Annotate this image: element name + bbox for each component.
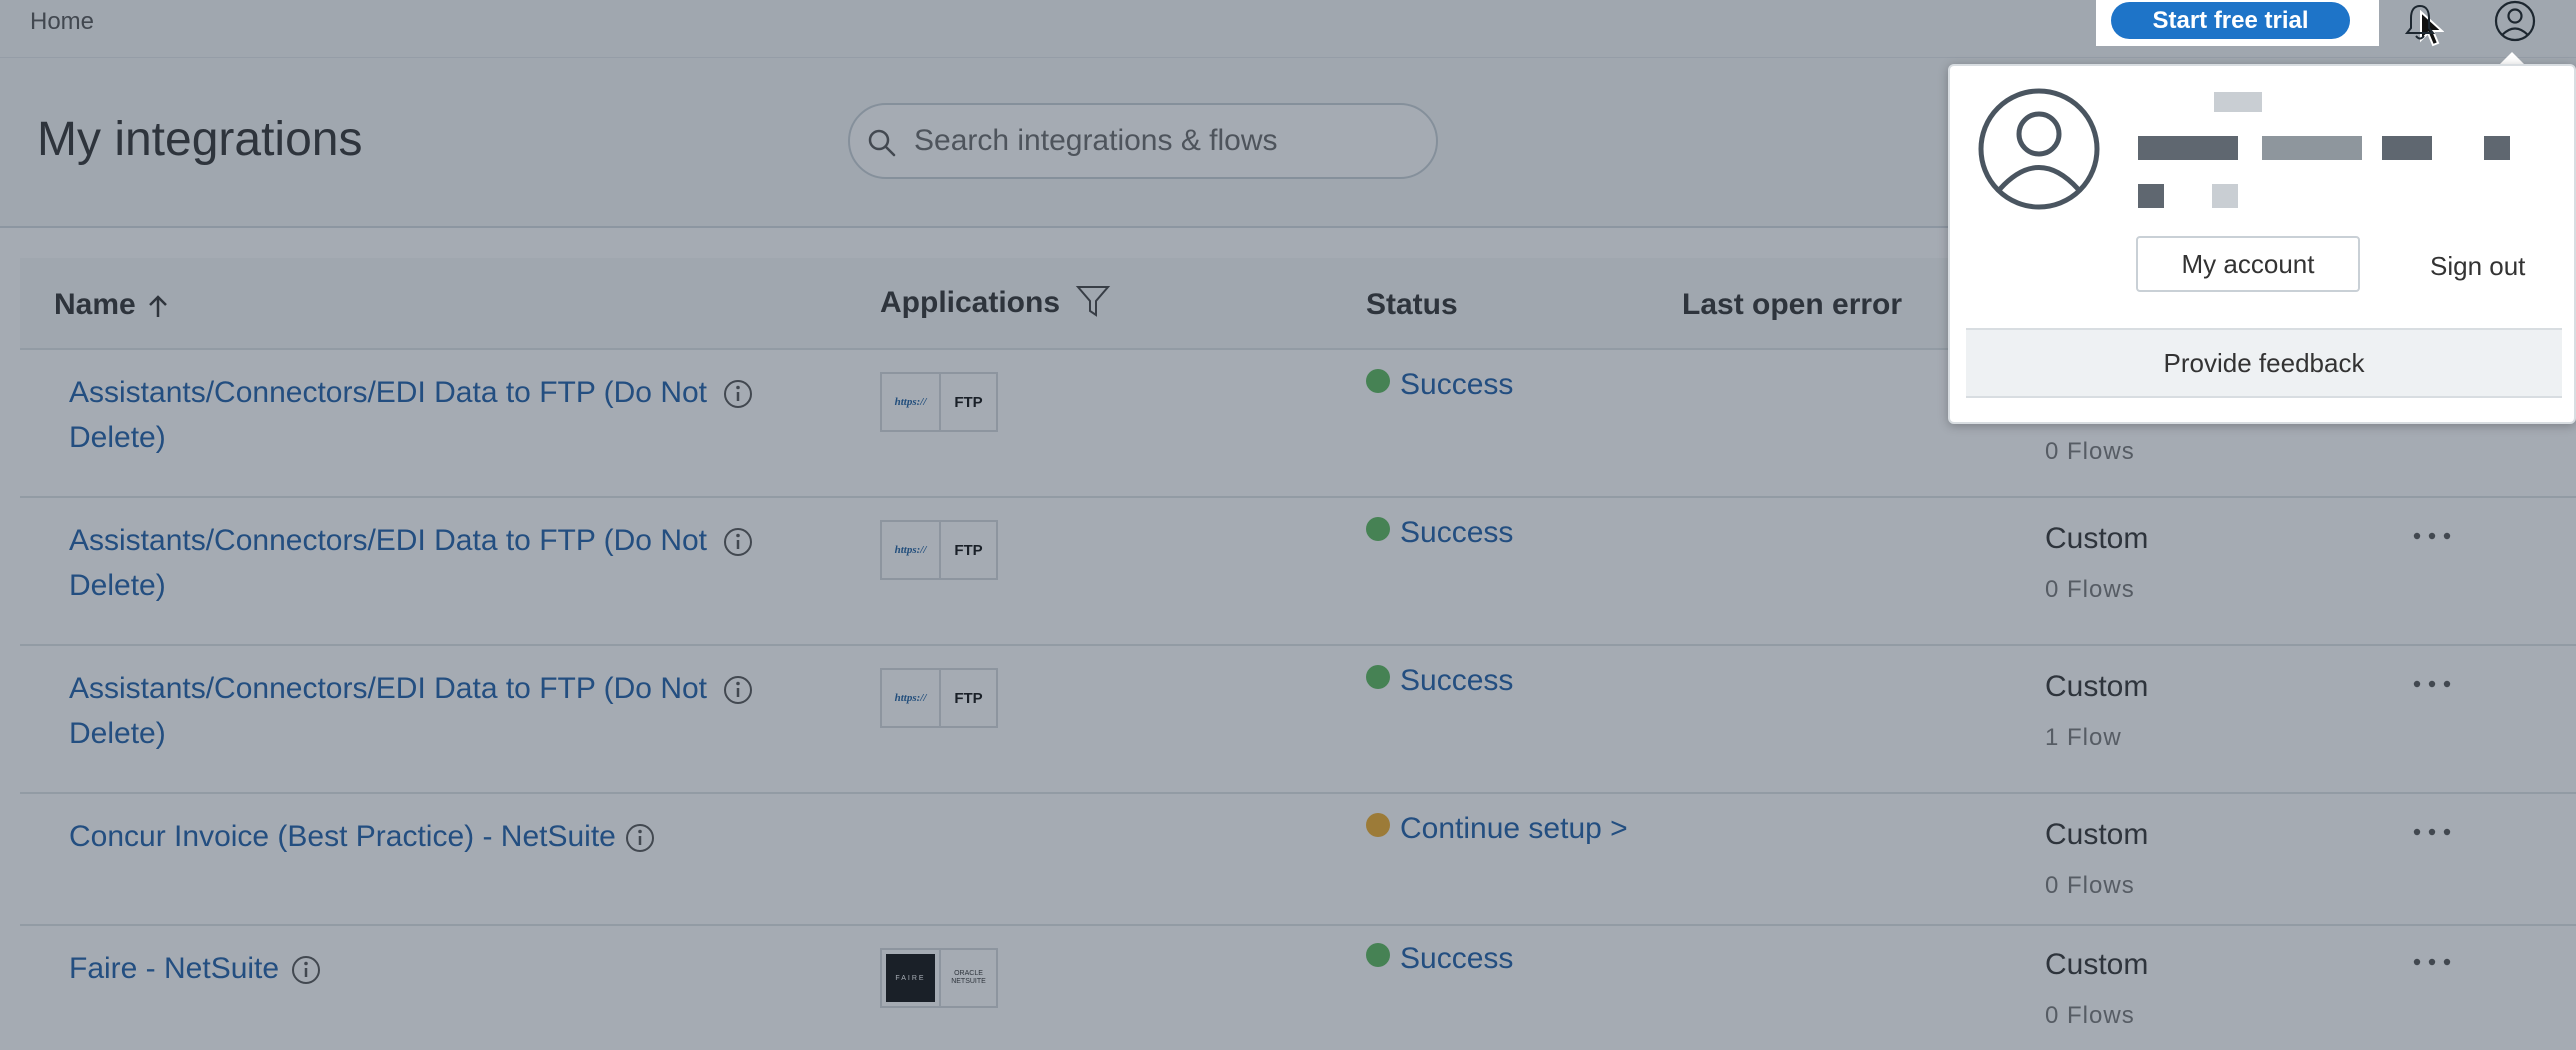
sign-out-link[interactable]: Sign out: [2430, 251, 2525, 282]
profile-avatar-icon: [1978, 88, 2100, 210]
redacted-text: [2484, 136, 2510, 160]
redacted-text: [2382, 136, 2432, 160]
start-free-trial-button[interactable]: Start free trial: [2111, 2, 2350, 39]
bell-icon[interactable]: [2402, 2, 2438, 42]
provide-feedback-button[interactable]: Provide feedback: [1966, 328, 2562, 398]
profile-menu: My account Sign out Provide feedback: [1948, 64, 2576, 424]
redacted-text: [2138, 184, 2164, 208]
redacted-text: [2212, 184, 2238, 208]
redacted-text: [2262, 136, 2362, 160]
my-account-button[interactable]: My account: [2136, 236, 2360, 292]
user-circle-icon[interactable]: [2490, 0, 2540, 46]
trial-button-highlight: Start free trial: [2096, 0, 2379, 46]
redacted-text: [2214, 92, 2262, 112]
redacted-text: [2138, 136, 2238, 160]
